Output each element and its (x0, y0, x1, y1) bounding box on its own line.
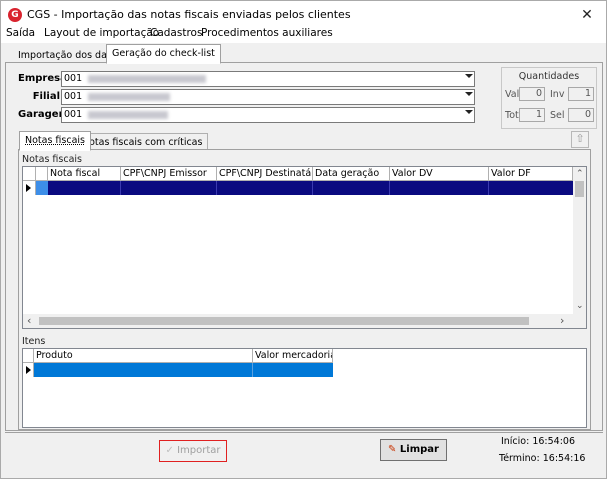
limpar-button[interactable]: ✎ Limpar (380, 439, 447, 461)
scroll-right-icon[interactable]: › (560, 315, 564, 326)
empresa-code: 001 (64, 73, 83, 84)
chevron-down-icon (465, 92, 473, 96)
redacted-text (88, 92, 171, 101)
menu-saida[interactable]: Saída (6, 27, 35, 39)
arrow-up-icon[interactable]: ⇧ (571, 131, 589, 148)
close-icon[interactable]: ✕ (576, 5, 598, 25)
app-logo-icon: G (8, 8, 22, 22)
inv-label: Inv (550, 89, 565, 100)
tab-notas-fiscais[interactable]: Notas fiscais (19, 131, 92, 151)
itens-grid[interactable]: Produto Valor mercadoria (22, 348, 587, 428)
tab-geracao-checklist[interactable]: Geração do check-list (106, 44, 221, 64)
scroll-left-icon[interactable]: ‹ (27, 315, 31, 326)
termino-time: Término: 16:54:16 (499, 453, 585, 464)
menu-layout-importacao[interactable]: Layout de importação (44, 27, 159, 39)
scroll-thumb[interactable] (39, 317, 529, 325)
filial-code: 001 (64, 91, 83, 102)
inicio-time: Início: 16:54:06 (499, 436, 575, 447)
col-valor-mercadoria[interactable]: Valor mercadoria (253, 349, 333, 363)
importar-label: Importar (177, 445, 221, 456)
scroll-down-icon[interactable]: ⌄ (576, 301, 584, 311)
col-nota-fiscal[interactable]: Nota fiscal (48, 167, 121, 181)
menu-cadastros[interactable]: Cadastros (150, 27, 202, 39)
notas-group-label: Notas fiscais (22, 154, 83, 165)
col-produto[interactable]: Produto (34, 349, 253, 363)
selected-valor-cell (253, 363, 333, 377)
col-cpf-cnpj-destinatario[interactable]: CPF\CNPJ Destinatário (217, 167, 313, 181)
chevron-down-icon (465, 110, 473, 114)
empresa-select[interactable]: 001 (61, 71, 475, 87)
filial-label: Filial (32, 91, 60, 102)
row-selector-cell (36, 181, 48, 195)
termino-label: Término: (499, 453, 540, 464)
filial-select[interactable]: 001 (61, 89, 475, 105)
title-bar: G CGS - Importação das notas fiscais env… (1, 1, 606, 29)
grid-corner (23, 167, 36, 181)
redacted-text (88, 110, 169, 119)
inv-field: 1 (568, 87, 594, 101)
notas-grid[interactable]: Nota fiscal CPF\CNPJ Emissor CPF\CNPJ De… (22, 166, 587, 329)
row-indicator-cell (23, 363, 34, 377)
col-valor-dv[interactable]: Valor DV (390, 167, 489, 181)
col-cpf-cnpj-emissor[interactable]: CPF\CNPJ Emissor (121, 167, 217, 181)
tot-label: Tot (505, 110, 519, 121)
outer-tab-strip: Importação dos dados Geração do check-li… (1, 43, 606, 64)
sel-label: Sel (550, 110, 565, 121)
current-row-arrow-icon (26, 366, 31, 374)
inner-tab-strip: Notas fiscais Notas fiscais com críticas (15, 131, 600, 151)
window-title: CGS - Importação das notas fiscais envia… (27, 8, 351, 21)
row-indicator-cell (23, 181, 36, 195)
selected-row-cells (48, 181, 573, 195)
quantidades-title: Quantidades (518, 71, 580, 82)
garagem-label: Garagem (18, 109, 69, 120)
garagem-select[interactable]: 001 (61, 107, 475, 123)
table-row[interactable] (23, 363, 333, 377)
importar-button[interactable]: ✓ Importar (159, 440, 227, 462)
col-data-geracao[interactable]: Data geração (313, 167, 390, 181)
tot-field: 1 (519, 108, 545, 122)
notas-vertical-scrollbar[interactable]: ⌃ ⌄ (573, 167, 586, 314)
menu-bar: Saída Layout de importação Cadastros Pro… (1, 26, 606, 43)
limpar-label: Limpar (399, 444, 439, 455)
footer-separator (5, 432, 603, 433)
table-row[interactable] (23, 181, 573, 195)
garagem-code: 001 (64, 109, 83, 120)
val-label: Val (505, 89, 520, 100)
notas-tab-panel: Notas fiscais Nota fiscal CPF\CNPJ Emiss… (18, 149, 591, 430)
current-row-arrow-icon (26, 184, 31, 192)
col-valor-df[interactable]: Valor DF (489, 167, 573, 181)
menu-procedimentos-auxiliares[interactable]: Procedimentos auxiliares (201, 27, 333, 39)
main-window: G CGS - Importação das notas fiscais env… (0, 0, 607, 479)
broom-icon: ✎ (388, 444, 397, 455)
termino-value: 16:54:16 (542, 453, 586, 464)
quantidades-group: Quantidades Val 0 Inv 1 Tot 1 Sel 0 (501, 67, 597, 129)
sel-field: 0 (568, 108, 594, 122)
scroll-thumb[interactable] (575, 181, 584, 197)
scroll-up-icon[interactable]: ⌃ (576, 169, 584, 179)
grid-header-blank (36, 167, 48, 181)
chevron-down-icon (465, 74, 473, 78)
itens-group-label: Itens (22, 336, 46, 347)
checkmark-icon: ✓ (165, 445, 174, 456)
empresa-label: Empresa (18, 73, 67, 84)
inicio-label: Início: (500, 436, 530, 447)
inicio-value: 16:54:06 (532, 436, 575, 447)
redacted-text (88, 74, 207, 83)
val-field: 0 (519, 87, 545, 101)
selected-produto-cell (34, 363, 253, 377)
grid-corner (23, 349, 34, 363)
notas-horizontal-scrollbar[interactable]: ‹ › (23, 314, 586, 328)
